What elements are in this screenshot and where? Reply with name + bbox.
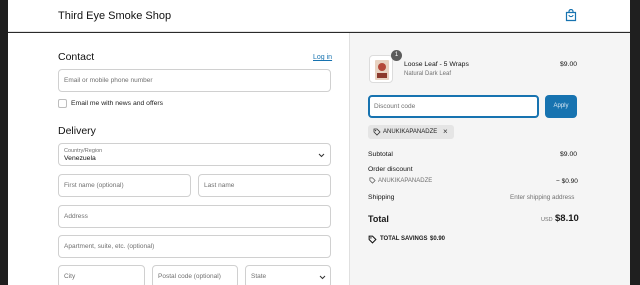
tag-icon [373, 128, 381, 136]
delivery-heading: Delivery [58, 125, 96, 137]
last-name-field[interactable]: Last name [198, 174, 331, 197]
first-name-placeholder: First name (optional) [64, 182, 124, 189]
city-field[interactable]: City [58, 265, 145, 285]
product-thumbnail [369, 55, 393, 83]
total-value: $8.10 [555, 213, 579, 224]
address-placeholder: Address [64, 213, 88, 220]
contact-heading: Contact [58, 51, 95, 63]
email-field[interactable]: Email or mobile phone number [58, 69, 331, 92]
apply-button[interactable]: Apply [545, 95, 577, 118]
subtotal-value: $9.00 [560, 151, 578, 158]
applied-discount-tag: ANUKIKAPANADZE × [368, 125, 454, 139]
order-discount-label: Order discount [368, 166, 413, 173]
quantity-badge: 1 [391, 50, 402, 61]
email-placeholder: Email or mobile phone number [64, 77, 153, 84]
apartment-placeholder: Apartment, suite, etc. (optional) [64, 243, 155, 250]
last-name-placeholder: Last name [204, 182, 235, 189]
product-image-icon [375, 60, 389, 80]
login-link[interactable]: Log in [313, 54, 332, 61]
applied-discount-code: ANUKIKAPANADZE [383, 128, 438, 135]
savings-tag-icon [368, 235, 377, 244]
first-name-field[interactable]: First name (optional) [58, 174, 191, 197]
order-discount-code: ANUKIKAPANADZE [378, 178, 433, 184]
total-savings-value: $0.90 [430, 236, 446, 242]
chevron-down-icon [319, 275, 326, 280]
checkout-page: Third Eye Smoke Shop Contact Log in Emai… [0, 0, 640, 285]
discount-code-field[interactable]: Discount code [368, 95, 539, 118]
product-price: $9.00 [560, 61, 578, 68]
newsletter-label: Email me with news and offers [71, 100, 164, 107]
country-label: Country/Region [64, 148, 103, 154]
tag-icon [369, 177, 376, 184]
right-gutter [630, 0, 640, 285]
shipping-value: Enter shipping address [510, 194, 575, 201]
discount-placeholder: Discount code [374, 103, 416, 110]
postal-code-placeholder: Postal code (optional) [158, 273, 221, 280]
shop-name[interactable]: Third Eye Smoke Shop [58, 10, 171, 22]
state-select[interactable]: State [245, 265, 331, 285]
shopping-bag-icon[interactable] [565, 9, 577, 22]
country-select[interactable]: Country/Region Venezuela [58, 143, 331, 166]
checkout-form: Contact Log in Email or mobile phone num… [8, 33, 349, 285]
address-field[interactable]: Address [58, 205, 331, 228]
newsletter-checkbox[interactable] [58, 99, 67, 108]
remove-discount-icon[interactable]: × [443, 127, 448, 136]
order-summary: 1 Loose Leaf - 5 Wraps Natural Dark Leaf… [349, 33, 630, 285]
product-name: Loose Leaf - 5 Wraps [404, 61, 469, 68]
total-label: Total [368, 214, 389, 224]
apartment-field[interactable]: Apartment, suite, etc. (optional) [58, 235, 331, 258]
country-value: Venezuela [64, 155, 96, 162]
chevron-down-icon [318, 153, 325, 158]
checkout-header: Third Eye Smoke Shop [8, 0, 630, 32]
left-gutter [0, 0, 8, 285]
order-discount-value: − $0.90 [556, 178, 578, 185]
state-placeholder: State [251, 273, 267, 280]
product-variant: Natural Dark Leaf [404, 71, 452, 77]
subtotal-label: Subtotal [368, 151, 393, 158]
currency-code: USD [541, 217, 553, 223]
postal-code-field[interactable]: Postal code (optional) [152, 265, 238, 285]
total-savings-label: TOTAL SAVINGS [380, 236, 428, 242]
shipping-label: Shipping [368, 194, 395, 201]
city-placeholder: City [64, 273, 76, 280]
